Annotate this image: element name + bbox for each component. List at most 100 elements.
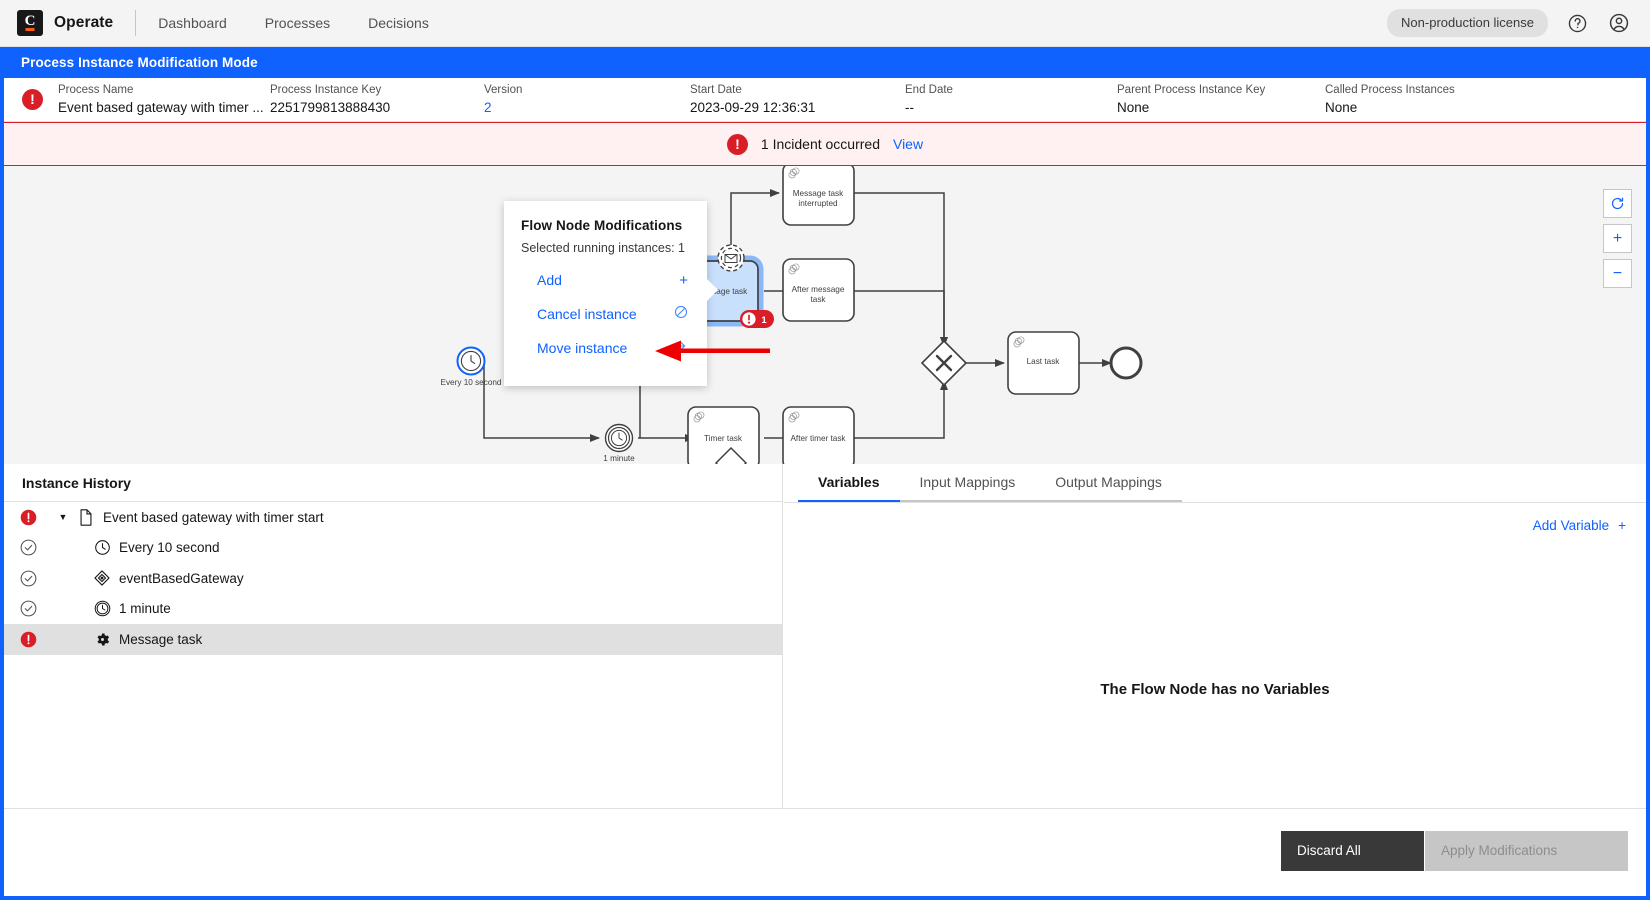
popup-subtitle: Selected running instances: 1 (521, 241, 685, 255)
tab-output-mappings[interactable]: Output Mappings (1035, 464, 1182, 502)
discard-all-button[interactable]: Discard All (1281, 830, 1424, 871)
meta-value-version-link[interactable]: 2 (484, 98, 690, 117)
history-row-every-10-second[interactable]: Every 10 second (4, 533, 782, 564)
event-based-gateway-icon (90, 569, 114, 587)
top-navigation-bar: C Operate Dashboard Processes Decisions … (0, 0, 1650, 47)
modification-footer: Discard All Apply Modifications (4, 808, 1646, 892)
meta-process-name: Process Name Event based gateway with ti… (58, 83, 270, 117)
meta-label: Version (484, 83, 523, 96)
history-row-1-minute[interactable]: 1 minute (4, 594, 782, 625)
history-row-label: Every 10 second (119, 540, 220, 556)
svg-text:1: 1 (761, 315, 767, 326)
incident-error-icon: ! (22, 89, 43, 110)
annotation-red-arrow (655, 340, 770, 367)
plus-icon: + (1618, 518, 1626, 533)
bpmn-node-after-timer-task: After timer task (782, 406, 855, 464)
history-row-label: Message task (119, 631, 203, 647)
nav-divider (135, 10, 137, 36)
popup-tail (707, 279, 718, 301)
svg-text:Timer task: Timer task (704, 434, 743, 443)
add-variable-label: Add Variable (1532, 518, 1610, 533)
incident-error-icon: ! (726, 133, 748, 155)
popup-action-cancel-instance[interactable]: Cancel instance (521, 305, 690, 322)
history-row-process[interactable]: ▼ Event based gateway with timer start (4, 502, 782, 533)
process-meta-fields: Process Name Event based gateway with ti… (58, 83, 1646, 117)
bpmn-node-end-event (1109, 346, 1143, 380)
camunda-logo-icon: C (17, 10, 43, 36)
meta-called-process-instances: Called Process Instances None (1325, 83, 1525, 117)
zoom-out-button[interactable]: − (1603, 259, 1632, 288)
meta-parent-process-instance-key: Parent Process Instance Key None (1117, 83, 1325, 117)
variables-body: Add Variable + The Flow Node has no Vari… (784, 502, 1646, 808)
brand-area[interactable]: C Operate (0, 10, 113, 36)
popup-action-label: Move instance (537, 339, 628, 356)
meta-start-date: Start Date 2023-09-29 12:36:31 (690, 83, 905, 117)
user-avatar-icon[interactable] (1606, 10, 1632, 36)
history-row-label: Event based gateway with timer start (103, 509, 324, 525)
chevron-down-icon[interactable]: ▼ (52, 512, 74, 522)
variables-tabs: Variables Input Mappings Output Mappings (784, 464, 1646, 502)
operate-app-root: C Operate Dashboard Processes Decisions … (0, 0, 1650, 900)
svg-text:1 minute: 1 minute (603, 454, 635, 463)
meta-label: Process Name (58, 83, 134, 96)
instance-history-panel: Instance History ▼ Event based gateway w… (4, 464, 783, 808)
bpmn-diagram-canvas[interactable]: Message task interrupted Message task 1 … (4, 166, 1646, 464)
svg-text:After message: After message (792, 285, 845, 294)
modification-mode-title: Process Instance Modification Mode (21, 55, 258, 70)
tab-variables[interactable]: Variables (798, 464, 900, 502)
bpmn-node-timer-start-event: Every 10 second (441, 346, 502, 387)
camunda-logo-bar (25, 28, 35, 31)
popup-action-label: Cancel instance (537, 305, 637, 322)
variables-panel: Variables Input Mappings Output Mappings… (784, 464, 1646, 808)
zoom-in-button[interactable]: + (1603, 224, 1632, 253)
meta-version: Version 2 (484, 83, 690, 117)
app-title: Operate (54, 14, 114, 31)
plus-icon: + (679, 271, 688, 289)
error-exclamation-glyph: ! (30, 91, 35, 107)
top-right-controls: Non-production license (1387, 9, 1650, 37)
nav-link-dashboard[interactable]: Dashboard (158, 15, 227, 31)
nav-link-processes[interactable]: Processes (265, 15, 330, 31)
process-file-icon (74, 509, 98, 526)
bpmn-diagram-svg: Message task interrupted Message task 1 … (441, 166, 1143, 464)
bpmn-node-message-task-interrupted: Message task interrupted (782, 166, 855, 226)
incident-banner: ! 1 Incident occurred View (4, 122, 1646, 166)
error-exclamation-glyph: ! (735, 135, 740, 152)
popup-title: Flow Node Modifications (521, 218, 683, 233)
popup-action-label: Add (537, 272, 562, 288)
incident-banner-text: 1 Incident occurred (760, 136, 880, 152)
nav-link-decisions[interactable]: Decisions (368, 15, 429, 31)
bpmn-node-after-message-task: After message task (782, 258, 855, 322)
meta-value: 2251799813888430 (270, 99, 391, 115)
help-circle-icon[interactable] (1564, 10, 1590, 36)
history-row-label: 1 minute (119, 601, 171, 617)
timer-start-icon (90, 539, 114, 556)
incident-error-icon (4, 631, 52, 648)
bpmn-node-last-task: Last task (1007, 331, 1080, 395)
svg-text:task: task (810, 295, 826, 304)
add-variable-button[interactable]: Add Variable + (1533, 518, 1626, 533)
camunda-logo-letter: C (24, 13, 36, 29)
modification-mode-bar: Process Instance Modification Mode (0, 47, 1650, 78)
svg-text:After timer task: After timer task (790, 434, 846, 443)
history-row-message-task[interactable]: Message task (4, 624, 782, 655)
tab-input-mappings[interactable]: Input Mappings (899, 464, 1036, 502)
completed-check-icon (4, 600, 52, 617)
svg-text:Last task: Last task (1027, 357, 1061, 366)
meta-label: Start Date (690, 83, 742, 96)
service-task-gear-icon (90, 631, 114, 648)
completed-check-icon (4, 570, 52, 587)
history-row-event-based-gateway[interactable]: eventBasedGateway (4, 563, 782, 594)
incident-view-link[interactable]: View (893, 136, 923, 152)
popup-action-add[interactable]: Add + (521, 272, 690, 288)
meta-label: Called Process Instances (1325, 83, 1455, 96)
meta-value: None (1325, 99, 1358, 115)
meta-value: None (1117, 99, 1150, 115)
incident-error-icon (4, 509, 52, 526)
license-badge: Non-production license (1387, 9, 1548, 37)
reset-zoom-button[interactable] (1603, 189, 1632, 218)
meta-label: Process Instance Key (270, 83, 382, 96)
variables-empty-message: The Flow Node has no Variables (1100, 681, 1330, 698)
meta-value: -- (905, 99, 914, 115)
svg-text:Every 10 second: Every 10 second (441, 378, 502, 387)
